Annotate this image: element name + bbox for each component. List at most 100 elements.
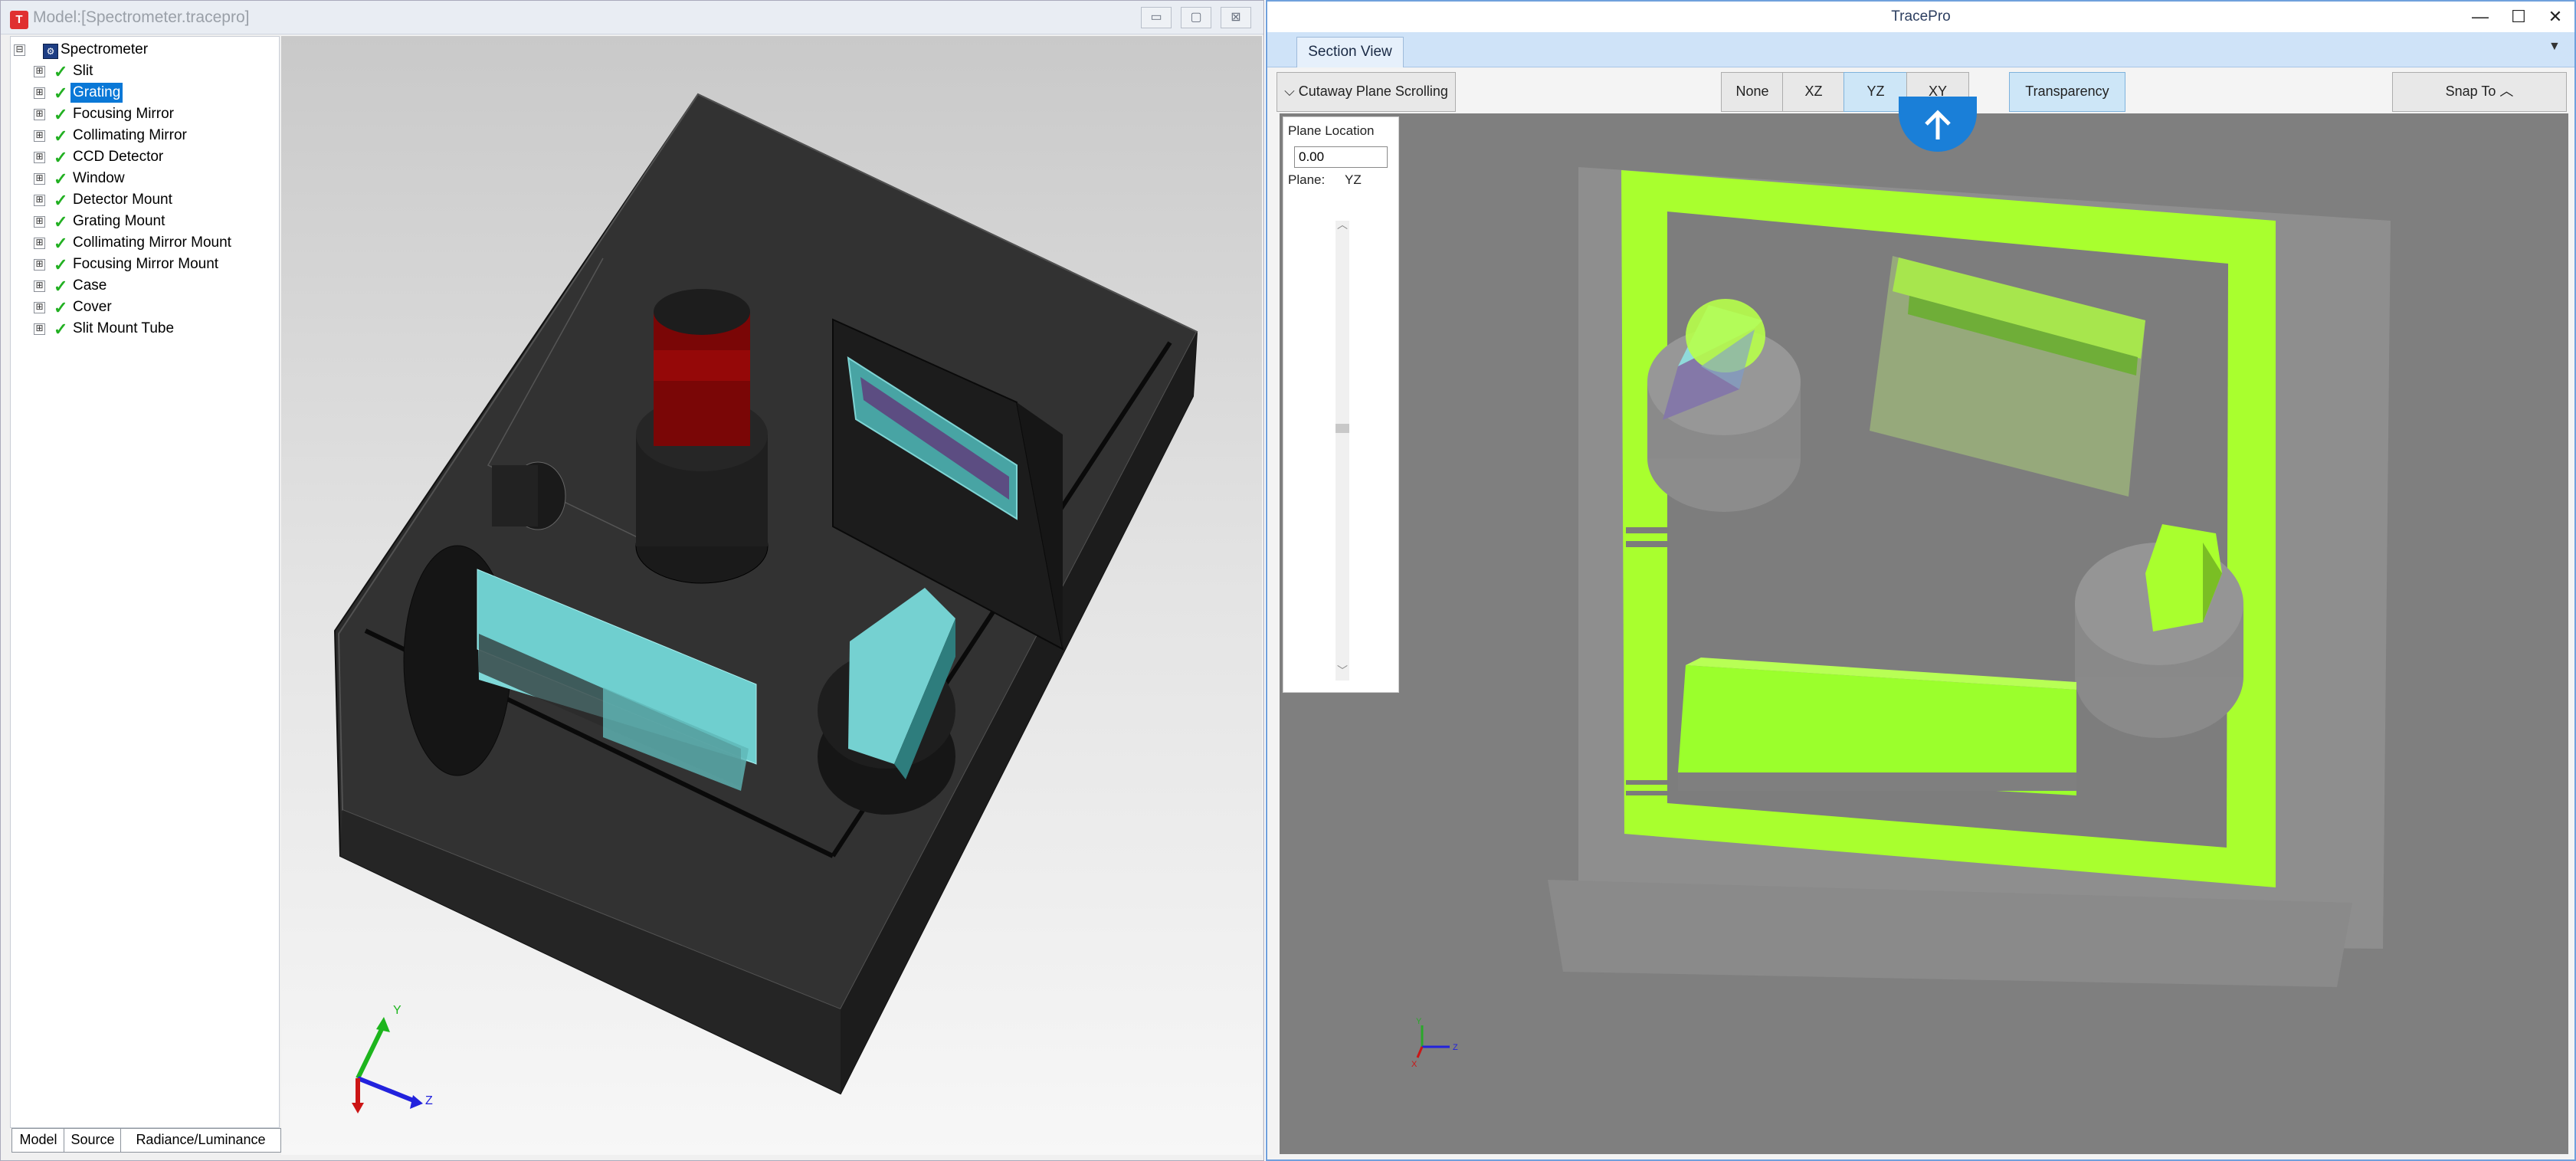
tree-item-label: Slit Mount Tube [73, 320, 175, 336]
tab-source[interactable]: Source [64, 1128, 122, 1153]
plane-value: YZ [1345, 172, 1362, 187]
tree-item-label: CCD Detector [73, 149, 164, 165]
tree-item[interactable]: ⊞ ✓ Grating [11, 83, 279, 103]
axis-x-label: X [1411, 1060, 1417, 1069]
expand-icon[interactable]: ⊞ [34, 302, 45, 313]
checkmark-icon[interactable]: ✓ [54, 62, 67, 82]
tree-item[interactable]: ⊞ ✓ Grating Mount [11, 212, 279, 231]
plane-label: Plane: [1288, 172, 1326, 187]
checkmark-icon[interactable]: ✓ [54, 105, 67, 125]
tab-radiance-luminance[interactable]: Radiance/Luminance [120, 1128, 281, 1153]
model-tree: ⊟ ⚙ Spectrometer ⊞ ✓ Slit ⊞ ✓ Grating ⊞ ✓ Focusi… [10, 36, 280, 1128]
collapse-icon[interactable]: ⊟ [14, 44, 25, 56]
model-window-titlebar[interactable]: T Model:[Spectrometer.tracepro] ▭ ▢ ⊠ [1, 1, 1263, 34]
chevron-up-icon: ︿ [2499, 84, 2514, 99]
expand-icon[interactable]: ⊞ [34, 280, 45, 292]
tree-item[interactable]: ⊞ ✓ Detector Mount [11, 190, 279, 210]
plane-location-panel: Plane Location Plane: YZ ︿ ﹀ [1283, 116, 1399, 693]
tree-item[interactable]: ⊞ ✓ Cover [11, 297, 279, 317]
tree-item-label: Grating Mount [73, 213, 166, 229]
tree-item[interactable]: ⊞ ✓ Collimating Mirror [11, 126, 279, 146]
transparency-button[interactable]: Transparency [2009, 72, 2125, 112]
tree-item[interactable]: ⊞ ✓ Case [11, 276, 279, 296]
checkmark-icon[interactable]: ✓ [54, 298, 67, 318]
minimize-button[interactable]: — [2461, 5, 2499, 29]
slider-up-arrow-icon[interactable]: ︿ [1336, 217, 1349, 232]
tree-item[interactable]: ⊞ ✓ Focusing Mirror [11, 104, 279, 124]
tree-item[interactable]: ⊞ ✓ Slit Mount Tube [11, 319, 279, 339]
plane-slider-thumb[interactable] [1336, 424, 1349, 433]
section-window-titlebar[interactable]: TracePro — ☐ ✕ [1267, 2, 2574, 32]
tree-root-label: Spectrometer [61, 41, 149, 57]
checkmark-icon[interactable]: ✓ [54, 126, 67, 146]
checkmark-icon[interactable]: ✓ [54, 191, 67, 211]
tree-item[interactable]: ⊞ ✓ Focusing Mirror Mount [11, 254, 279, 274]
expand-icon[interactable]: ⊞ [34, 323, 45, 335]
plane-slider-track[interactable] [1336, 221, 1349, 681]
tree-item[interactable]: ⊞ ✓ CCD Detector [11, 147, 279, 167]
bottom-tab-bar: Model Source Radiance/Luminance [10, 1128, 281, 1153]
expand-icon[interactable]: ⊞ [34, 238, 45, 249]
tree-root-row[interactable]: ⊟ ⚙ Spectrometer [11, 40, 279, 60]
checkmark-icon[interactable]: ✓ [54, 84, 67, 103]
maximize-button[interactable]: ☐ [2499, 5, 2538, 29]
snap-to-button[interactable]: Snap To ︿ [2392, 72, 2567, 112]
tree-item-label: Collimating Mirror Mount [73, 234, 231, 251]
section-3d-viewport[interactable]: Y Z X [1280, 113, 2568, 1154]
tab-model[interactable]: Model [11, 1128, 65, 1153]
model-3d-viewport[interactable]: Y Z [281, 36, 1262, 1155]
restore-button[interactable]: ▢ [1181, 7, 1211, 28]
spectrometer-3d-render: Y Z [333, 93, 1198, 1113]
checkmark-icon[interactable]: ✓ [54, 212, 67, 232]
minimize-button[interactable]: ▭ [1141, 7, 1172, 28]
expand-icon[interactable]: ⊞ [34, 259, 45, 271]
plane-location-input[interactable] [1294, 146, 1388, 168]
close-button[interactable]: ✕ [2536, 5, 2574, 29]
checkmark-icon[interactable]: ✓ [54, 320, 67, 339]
tracepro-icon: T [10, 11, 28, 29]
model-window-title: Model:[Spectrometer.tracepro] [33, 8, 250, 26]
cutaway-plane-scrolling-button[interactable]: ⌵ Cutaway Plane Scrolling [1277, 72, 1456, 112]
expand-icon[interactable]: ⊞ [34, 173, 45, 185]
expand-icon[interactable]: ⊞ [34, 152, 45, 163]
tree-item-label: Cover [73, 299, 112, 315]
axis-z-label: Z [425, 1094, 433, 1107]
expand-icon[interactable]: ⊞ [34, 216, 45, 228]
expand-icon[interactable]: ⊞ [34, 130, 45, 142]
close-button[interactable]: ⊠ [1221, 7, 1251, 28]
snap-to-label: Snap To [2445, 84, 2496, 99]
expand-icon[interactable]: ⊞ [34, 109, 45, 120]
expand-icon[interactable]: ⊞ [34, 66, 45, 77]
tree-item-label: Window [73, 170, 125, 186]
tree-item-label: Case [73, 277, 107, 294]
checkmark-icon[interactable]: ✓ [54, 148, 67, 168]
tree-item-label: Focusing Mirror Mount [73, 256, 219, 272]
checkmark-icon[interactable]: ✓ [54, 277, 67, 297]
axis-y-label: Y [393, 1004, 401, 1017]
tree-item-label: Collimating Mirror [73, 127, 187, 143]
tab-section-view[interactable]: Section View [1296, 37, 1404, 67]
tree-item-label: Slit [73, 63, 93, 79]
expand-icon[interactable]: ⊞ [34, 87, 45, 99]
checkmark-icon[interactable]: ✓ [54, 255, 67, 275]
chevron-down-icon: ⌵ [1284, 84, 1295, 99]
tree-item-label: Detector Mount [73, 192, 172, 208]
checkmark-icon[interactable]: ✓ [54, 234, 67, 254]
section-3d-render: Y Z X [1411, 167, 2391, 1069]
cutaway-label: Cutaway Plane Scrolling [1298, 84, 1448, 99]
tab-strip: Section View ▼ [1267, 32, 2574, 67]
plane-none-button[interactable]: None [1721, 72, 1784, 112]
arrow-up-icon [1925, 110, 1951, 139]
tree-item[interactable]: ⊞ ✓ Collimating Mirror Mount [11, 233, 279, 253]
tree-item[interactable]: ⊞ ✓ Slit [11, 61, 279, 81]
checkmark-icon[interactable]: ✓ [54, 169, 67, 189]
axis-y-label: Y [1416, 1017, 1422, 1026]
tree-item[interactable]: ⊞ ✓ Window [11, 169, 279, 189]
plane-xz-button[interactable]: XZ [1782, 72, 1845, 112]
tree-item-label: Focusing Mirror [73, 106, 174, 122]
section-window-title: TracePro [1891, 8, 1951, 25]
tab-menu-icon[interactable]: ▼ [2548, 40, 2561, 54]
expand-icon[interactable]: ⊞ [34, 195, 45, 206]
model-window: T Model:[Spectrometer.tracepro] ▭ ▢ ⊠ ⊟ … [0, 0, 1264, 1161]
slider-down-arrow-icon[interactable]: ﹀ [1336, 663, 1349, 678]
